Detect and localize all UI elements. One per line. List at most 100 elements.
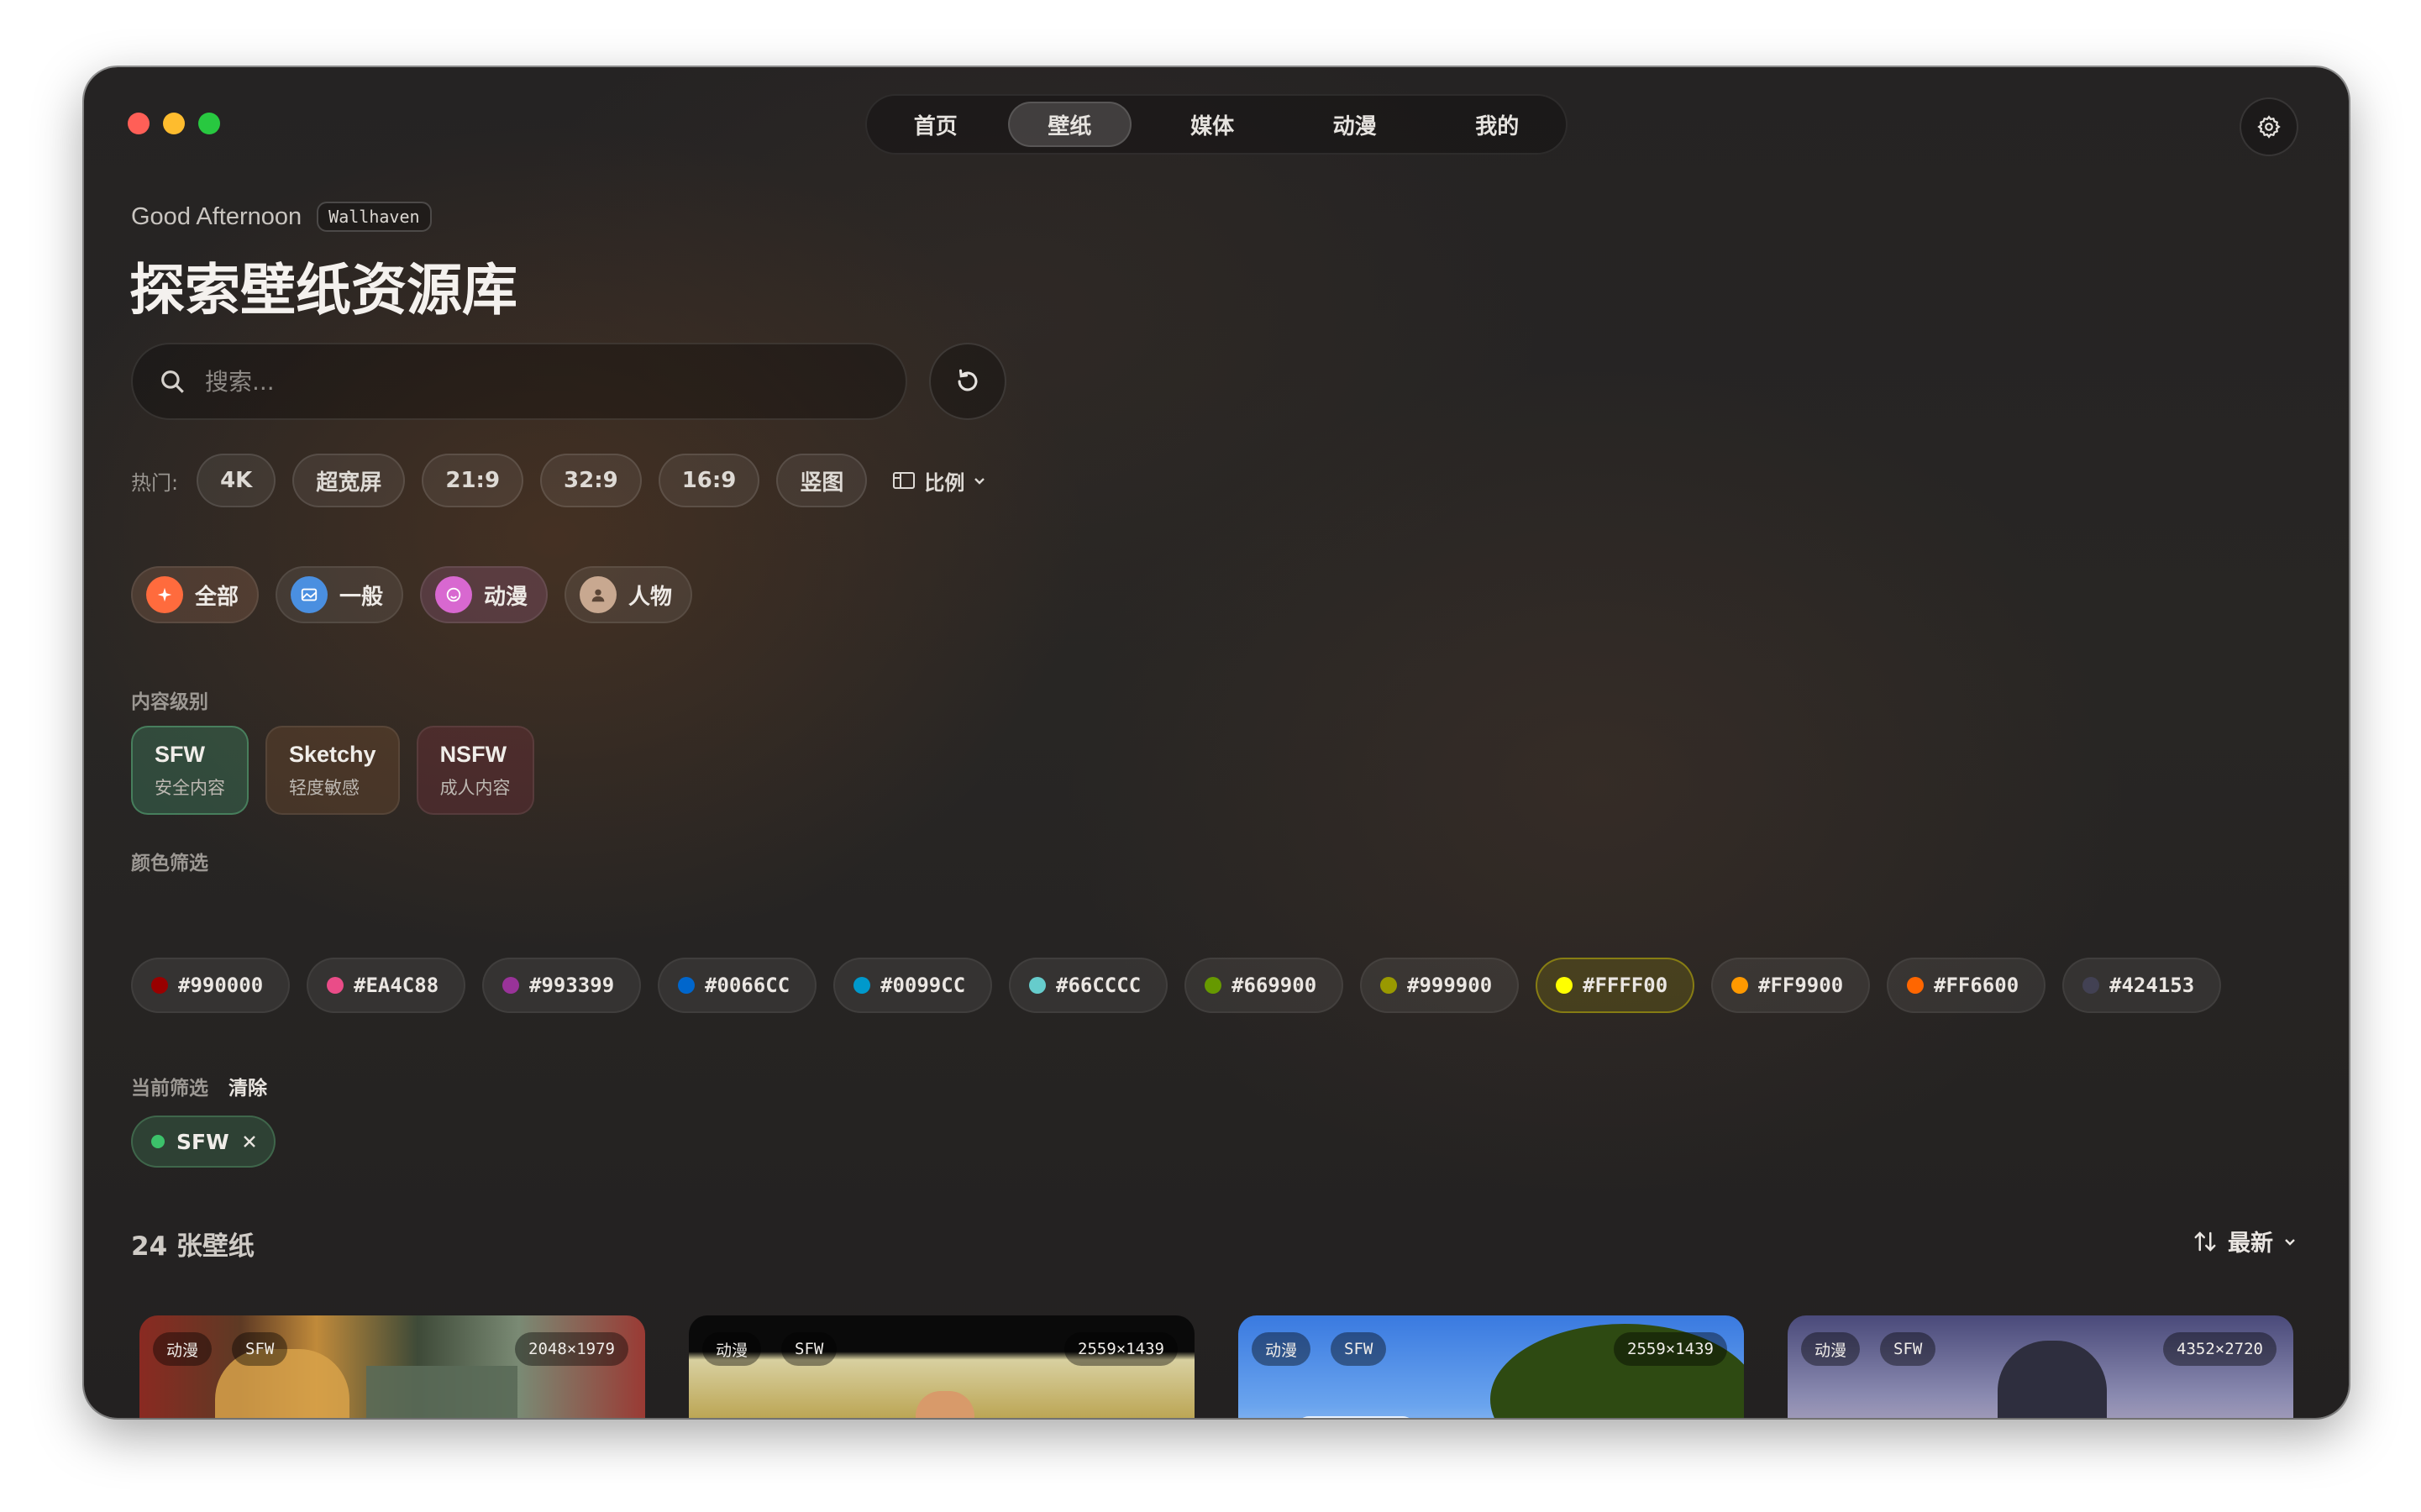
- color-swatch: [678, 977, 695, 994]
- resolution-tag: 2559×1439: [1614, 1332, 1727, 1366]
- refresh-button[interactable]: [929, 343, 1006, 420]
- color-label: #EA4C88: [354, 974, 439, 997]
- window-controls: [128, 113, 220, 134]
- color-swatch: [2082, 977, 2099, 994]
- category-label: 动漫: [484, 584, 528, 610]
- hot-label: 热门:: [131, 470, 179, 495]
- category-label: 人物: [628, 584, 673, 610]
- category-people[interactable]: 人物: [565, 566, 693, 623]
- color-chip[interactable]: #669900: [1184, 958, 1343, 1013]
- level-nsfw[interactable]: NSFW 成人内容: [416, 726, 534, 815]
- tab-anime[interactable]: 动漫: [1293, 102, 1417, 147]
- wallpaper-card[interactable]: 动漫 SFW 4352×2720: [1788, 1315, 2293, 1418]
- color-chip[interactable]: #FF9900: [1711, 958, 1870, 1013]
- color-label: #0066CC: [705, 974, 790, 997]
- resolution-tag: 2559×1439: [1064, 1332, 1178, 1366]
- active-filter-chip[interactable]: SFW: [131, 1116, 276, 1168]
- color-chip[interactable]: #FFFF00: [1536, 958, 1694, 1013]
- color-swatch: [327, 977, 344, 994]
- resolution-tag: 2048×1979: [515, 1332, 628, 1366]
- chevron-down-icon: [2285, 1238, 2295, 1246]
- purity-tag: SFW: [1880, 1332, 1936, 1366]
- purity-tag: SFW: [232, 1332, 288, 1366]
- status-dot: [151, 1135, 165, 1148]
- color-chip[interactable]: #0099CC: [833, 958, 992, 1013]
- color-chip[interactable]: #993399: [482, 958, 641, 1013]
- page-title: 探索壁纸资源库: [129, 257, 517, 323]
- thumbnail-image: [366, 1366, 517, 1418]
- category-general[interactable]: 一般: [276, 566, 404, 623]
- ratio-dropdown[interactable]: 比例: [884, 466, 986, 496]
- color-chip[interactable]: #EA4C88: [307, 958, 465, 1013]
- color-chip[interactable]: #66CCCC: [1009, 958, 1168, 1013]
- top-navigation: 首页 壁纸 媒体 动漫 我的: [865, 94, 1568, 155]
- content-level-row: SFW 安全内容 Sketchy 轻度敏感 NSFW 成人内容: [131, 726, 534, 815]
- level-title: Sketchy: [289, 741, 376, 767]
- hot-tags-row: 热门: 4K 超宽屏 21:9 32:9 16:9 竖图 比例: [131, 454, 986, 507]
- color-label: #FF9900: [1758, 974, 1844, 997]
- hot-tag-21-9[interactable]: 21:9: [422, 454, 524, 507]
- clear-filters-button[interactable]: 清除: [228, 1072, 267, 1100]
- level-sketchy[interactable]: Sketchy 轻度敏感: [265, 726, 400, 815]
- tab-wallpapers[interactable]: 壁纸: [1007, 102, 1132, 147]
- color-swatch: [502, 977, 519, 994]
- category-row: 全部 一般 动漫 人物: [131, 566, 693, 623]
- level-subtitle: 成人内容: [439, 777, 511, 798]
- color-swatch: [151, 977, 168, 994]
- close-icon[interactable]: [241, 1133, 258, 1150]
- chevron-down-icon: [974, 478, 985, 485]
- minimize-window-button[interactable]: [163, 113, 185, 134]
- wallpaper-card[interactable]: 动漫 SFW 2559×1439: [1238, 1315, 1744, 1418]
- color-chip[interactable]: #0066CC: [658, 958, 817, 1013]
- color-label: #FF6600: [1934, 974, 2019, 997]
- hot-tag-16-9[interactable]: 16:9: [658, 454, 760, 507]
- hot-tag-portrait[interactable]: 竖图: [776, 454, 868, 507]
- wallpaper-card[interactable]: 动漫 SFW 2559×1439: [689, 1315, 1195, 1418]
- color-chip[interactable]: #FF6600: [1887, 958, 2046, 1013]
- content-level-label: 内容级别: [131, 691, 208, 713]
- color-swatch: [1731, 977, 1748, 994]
- color-label: #0099CC: [880, 974, 966, 997]
- level-sfw[interactable]: SFW 安全内容: [131, 726, 249, 815]
- search-icon: [161, 370, 184, 393]
- color-chip[interactable]: #424153: [2062, 958, 2221, 1013]
- color-swatch: [1556, 977, 1573, 994]
- hot-tag-32-9[interactable]: 32:9: [540, 454, 642, 507]
- color-filter-label: 颜色筛选: [131, 853, 208, 874]
- hot-tag-ultrawide[interactable]: 超宽屏: [292, 454, 406, 507]
- wallpaper-card[interactable]: 动漫 SFW 2048×1979: [139, 1315, 645, 1418]
- sort-dropdown[interactable]: 最新: [2193, 1225, 2297, 1257]
- tab-mine[interactable]: 我的: [1435, 102, 1559, 147]
- greeting-row: Good Afternoon Wallhaven: [131, 202, 432, 232]
- color-chip[interactable]: #999900: [1360, 958, 1519, 1013]
- resolution-tag: 4352×2720: [2163, 1332, 2277, 1366]
- settings-button[interactable]: [2240, 97, 2298, 156]
- tab-media[interactable]: 媒体: [1150, 102, 1274, 147]
- search-input[interactable]: [205, 367, 860, 396]
- search-bar: [131, 343, 907, 420]
- refresh-icon: [958, 369, 978, 391]
- maximize-window-button[interactable]: [198, 113, 220, 134]
- sort-icon: [2194, 1231, 2216, 1252]
- app-window: 首页 壁纸 媒体 动漫 我的 Good Afternoon Wallhaven …: [84, 67, 2349, 1418]
- level-subtitle: 轻度敏感: [289, 777, 360, 798]
- color-chip[interactable]: #990000: [131, 958, 290, 1013]
- color-swatch: [1380, 977, 1397, 994]
- category-tag: 动漫: [153, 1332, 213, 1366]
- category-tag: 动漫: [1252, 1332, 1311, 1366]
- hot-tag-4k[interactable]: 4K: [197, 454, 276, 507]
- close-window-button[interactable]: [128, 113, 150, 134]
- category-all[interactable]: 全部: [131, 566, 260, 623]
- sparkle-icon: [146, 576, 183, 613]
- ratio-label: 比例: [924, 470, 965, 495]
- sort-label: 最新: [2228, 1231, 2273, 1257]
- current-filter-row: 当前筛选 清除: [131, 1072, 267, 1100]
- thumbnail-image: [1998, 1341, 2107, 1418]
- category-label: 一般: [339, 584, 384, 610]
- tab-home[interactable]: 首页: [874, 102, 998, 147]
- level-subtitle: 安全内容: [155, 777, 225, 798]
- smile-icon: [435, 576, 473, 613]
- category-anime[interactable]: 动漫: [420, 566, 549, 623]
- color-label: #FFFF00: [1583, 974, 1668, 997]
- results-count: 24 张壁纸: [131, 1231, 255, 1262]
